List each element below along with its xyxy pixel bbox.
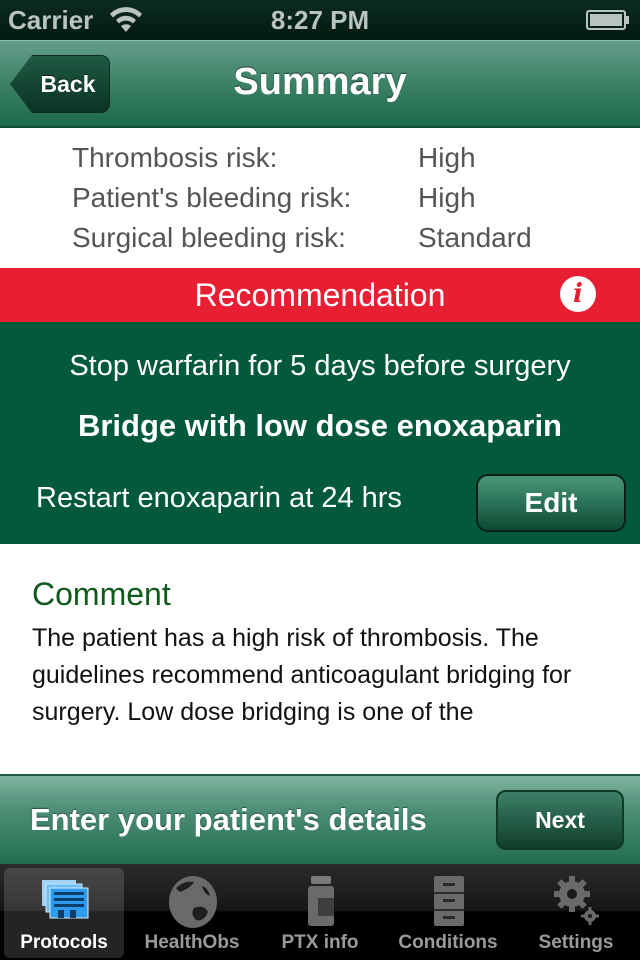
recommendation-title: Recommendation (194, 276, 446, 313)
status-time: 8:27 PM (270, 5, 370, 35)
recommendation-stop-text: Stop warfarin for 5 days before surgery (69, 350, 571, 382)
action-bar: Enter your patient's details Next (0, 774, 640, 864)
medicine-bottle-icon (308, 876, 334, 926)
next-button[interactable]: Next (496, 790, 624, 850)
status-bar: Carrier 8:27 PM (0, 0, 640, 40)
navigation-bar: Back Summary (0, 40, 640, 128)
recommendation-restart-text: Restart enoxaparin at 24 hrs (36, 482, 402, 514)
risk-label: Patient's bleeding risk: (72, 182, 352, 213)
tab-label: HealthObs (144, 932, 240, 953)
battery-full-icon (586, 10, 629, 30)
recommendation-body: Stop warfarin for 5 days before surgery … (0, 322, 640, 544)
tab-healthobs[interactable]: HealthObs (132, 868, 252, 958)
protocols-icon (42, 880, 89, 919)
risk-value: High (418, 182, 476, 213)
info-icon[interactable]: i (560, 276, 596, 312)
risk-value: Standard (418, 222, 532, 253)
edit-button[interactable]: Edit (476, 474, 626, 532)
filing-cabinet-icon (434, 876, 464, 926)
recommendation-header: Recommendation i (0, 268, 640, 322)
comment-title: Comment (32, 576, 171, 612)
tab-label: PTX info (281, 932, 359, 953)
tab-conditions[interactable]: Conditions (388, 868, 508, 958)
gears-icon (554, 876, 599, 925)
risk-value: High (418, 142, 476, 173)
tab-settings[interactable]: Settings (516, 868, 636, 958)
next-button-label: Next (535, 806, 585, 833)
globe-icon (169, 876, 217, 928)
tab-label: Settings (538, 932, 614, 953)
tab-protocols[interactable]: Protocols (4, 868, 124, 958)
page-title: Summary (233, 61, 407, 103)
action-prompt: Enter your patient's details (30, 802, 427, 837)
recommendation-bridge-text: Bridge with low dose enoxaparin (77, 408, 562, 443)
comment-section: Comment The patient has a high risk of t… (0, 544, 640, 774)
tab-label: Protocols (20, 932, 108, 953)
tab-ptx-info[interactable]: PTX info (260, 868, 380, 958)
risk-label: Surgical bleeding risk: (72, 222, 346, 253)
edit-button-label: Edit (524, 487, 578, 518)
tab-bar: Protocols HealthObs PTX info Conditions (0, 864, 640, 960)
risk-label: Thrombosis risk: (72, 142, 278, 173)
risk-summary: Thrombosis risk: High Patient's bleeding… (0, 130, 640, 268)
tab-label: Conditions (398, 932, 498, 953)
comment-text[interactable]: The patient has a high risk of thrombosi… (32, 620, 622, 731)
